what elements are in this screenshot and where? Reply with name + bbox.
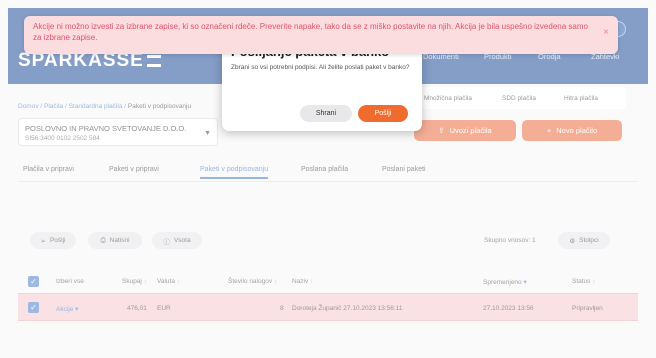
- send-confirm-button[interactable]: Pošlji: [358, 105, 408, 122]
- error-toast: Akcije ni možno izvesti za izbrane zapis…: [24, 16, 618, 54]
- save-button[interactable]: Shrani: [300, 105, 352, 122]
- dialog-message: Zbrani so vsi potrebni podpisi. Ali želi…: [231, 64, 410, 71]
- toast-message: Akcije ni možno izvesti za izbrane zapis…: [33, 22, 588, 42]
- close-icon[interactable]: ×: [603, 26, 609, 40]
